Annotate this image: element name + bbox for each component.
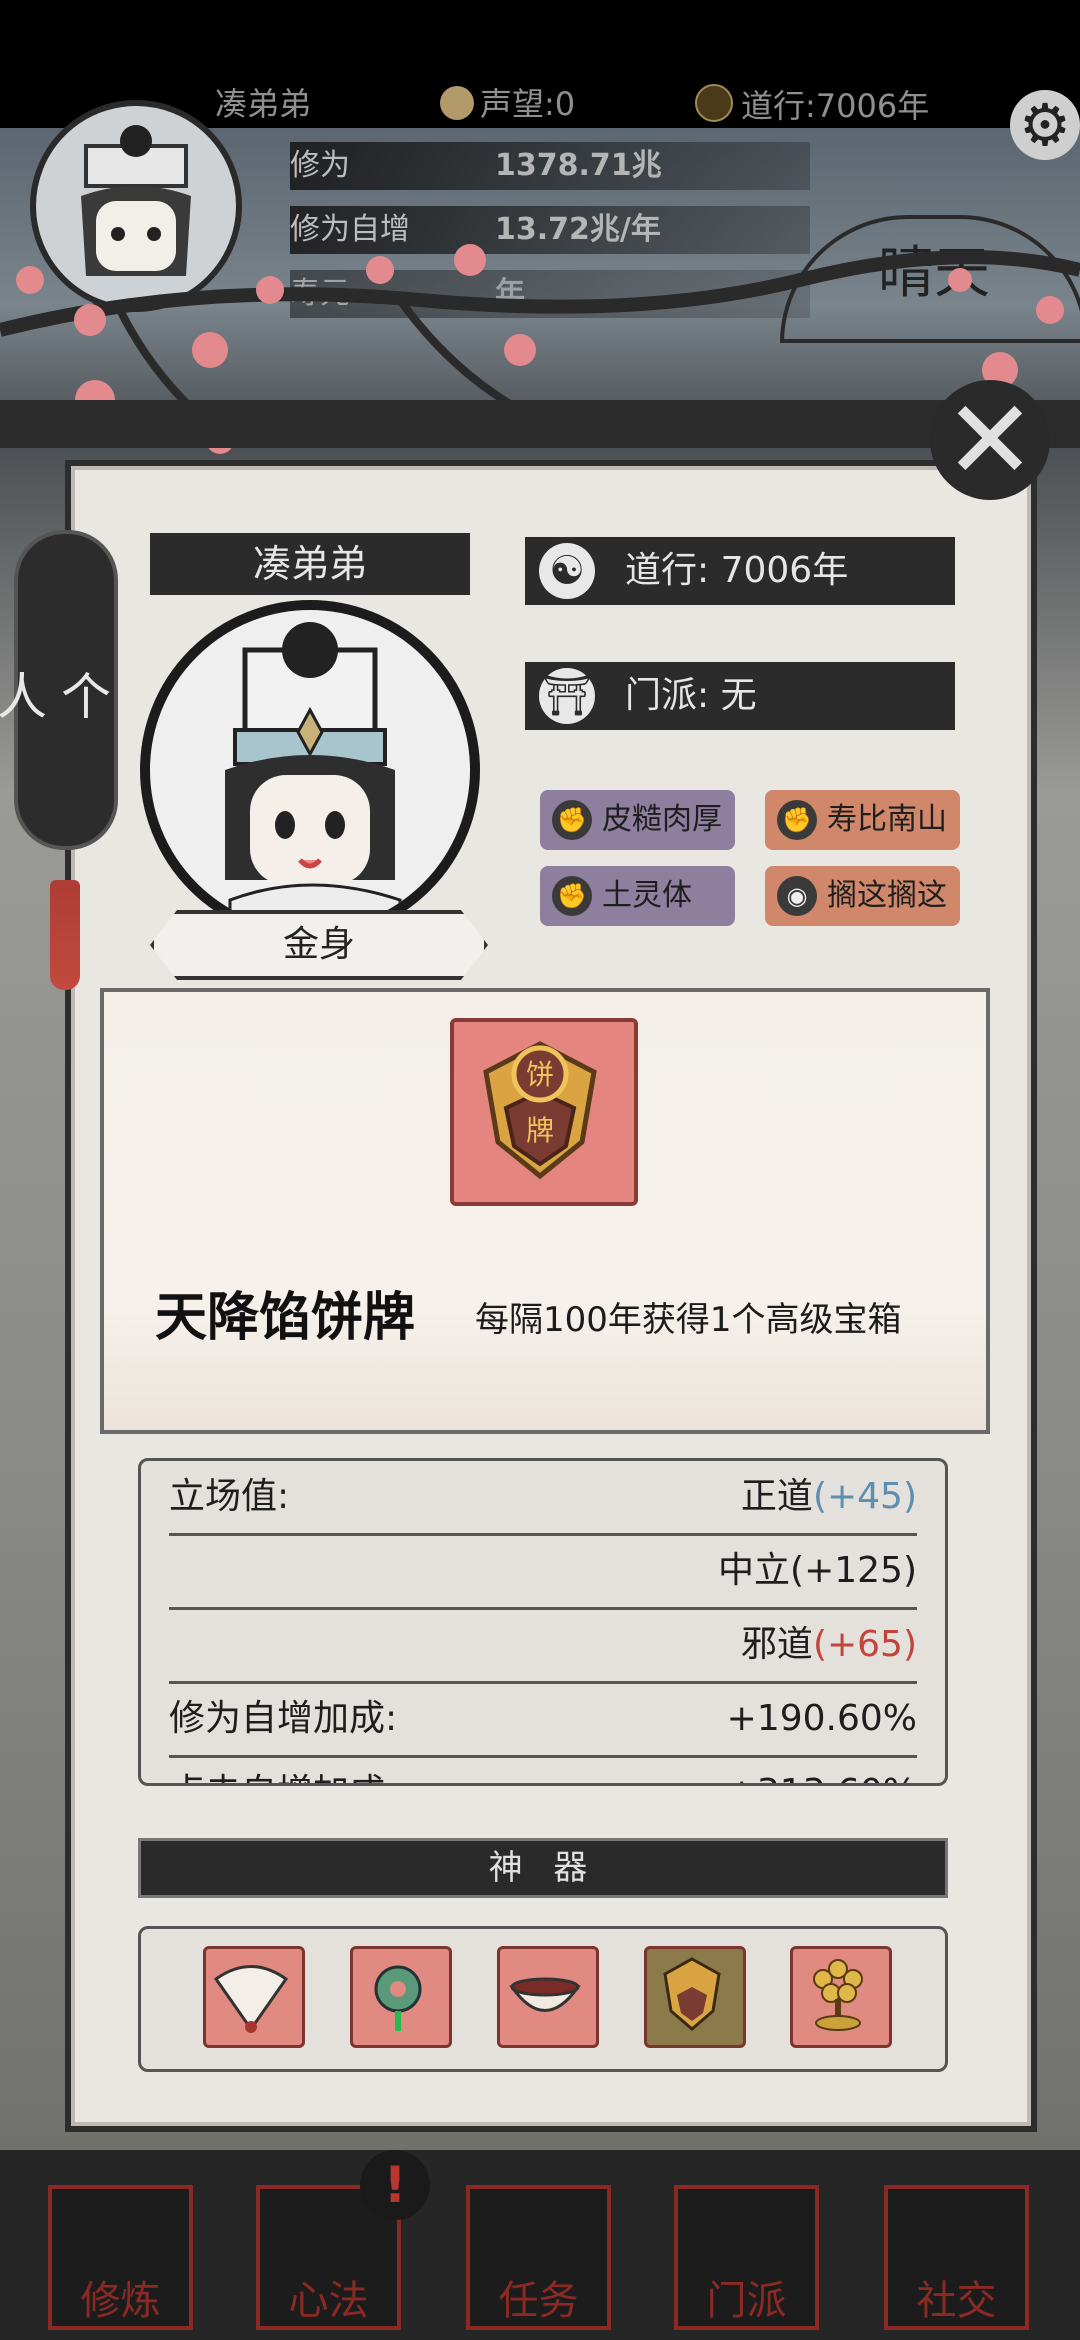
stance-stats-box[interactable]: 立场值: 正道(+45) 中立(+125) 邪道(+65) 修为自增加成: +1…: [138, 1458, 948, 1786]
nav-tab-social[interactable]: 社交: [884, 2185, 1029, 2330]
nav-tab-sect[interactable]: 门派: [674, 2185, 819, 2330]
trait-tag[interactable]: ✊ 寿比南山: [765, 790, 960, 850]
sect-bar: ⛩ 门派: 无: [525, 662, 955, 730]
trait-tag[interactable]: ✊ 土灵体: [540, 866, 735, 926]
bowl-icon[interactable]: [497, 1946, 599, 2048]
daoxing-bar: ☯ 道行: 7006年: [525, 537, 955, 605]
treasure-tree-icon[interactable]: [790, 1946, 892, 2048]
stance-row-righteous: 立场值: 正道(+45): [169, 1461, 917, 1536]
fist-icon: ✊: [777, 800, 817, 840]
item-description: 每隔100年获得1个高级宝箱: [475, 1300, 902, 1340]
hud-stat-cultivation: 修为 1378.71兆: [290, 142, 810, 190]
tassel-decoration: [50, 880, 80, 990]
stance-row-neutral: 中立(+125): [169, 1535, 917, 1610]
character-avatar: [140, 600, 480, 940]
cultivation-growth-bonus-row: 修为自增加成: +190.60%: [169, 1683, 917, 1758]
pie-token-item-icon: 饼 牌: [450, 1018, 638, 1206]
close-icon[interactable]: ✕: [930, 380, 1050, 500]
hud-reputation: 声望:0: [440, 84, 575, 124]
roof-beam: [0, 400, 1080, 448]
jade-pendant-icon[interactable]: [350, 1946, 452, 2048]
yin-yang-icon: [695, 84, 733, 122]
click-growth-bonus-row: 点击自增加成: +313.60%: [169, 1757, 917, 1783]
svg-text:牌: 牌: [526, 1114, 554, 1147]
notification-badge: !: [360, 2150, 430, 2220]
settings-gear-icon[interactable]: ⚙: [1010, 90, 1080, 160]
fan-icon[interactable]: [203, 1946, 305, 2048]
nav-tab-cultivate[interactable]: 修炼: [48, 2185, 193, 2330]
medal-icon[interactable]: [644, 1946, 746, 2048]
item-name: 天降馅饼牌: [155, 1287, 416, 1348]
yin-yang-icon: ☯: [539, 543, 595, 599]
character-name: 凑弟弟: [150, 533, 470, 595]
nav-tab-mission[interactable]: 任务: [466, 2185, 611, 2330]
hud-daoxing: 道行:7006年: [695, 84, 929, 126]
money-bag-icon: ◉: [777, 876, 817, 916]
fist-icon: ✊: [552, 876, 592, 916]
trait-tag[interactable]: ◉ 搁这搁这: [765, 866, 960, 926]
svg-text:饼: 饼: [526, 1058, 554, 1091]
stance-row-evil: 邪道(+65): [169, 1609, 917, 1684]
realm-badge: 金身: [150, 910, 488, 980]
artifacts-header: 神 器: [138, 1838, 948, 1898]
fist-icon: ✊: [552, 800, 592, 840]
tab-personal-info[interactable]: 个人信息: [0, 530, 118, 850]
trait-tag[interactable]: ✊ 皮糙肉厚: [540, 790, 735, 850]
temple-icon: ⛩: [539, 668, 595, 724]
coin-icon: [440, 86, 474, 120]
